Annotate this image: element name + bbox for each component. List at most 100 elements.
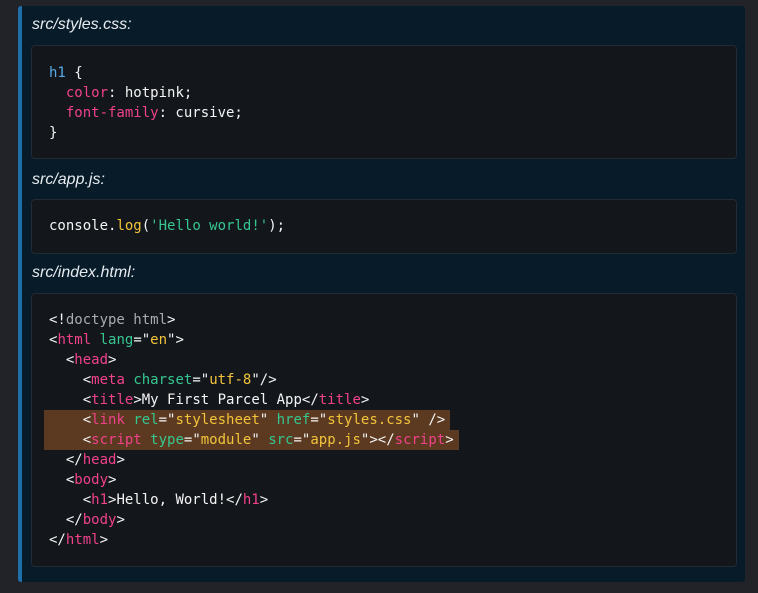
code-token: title (318, 392, 361, 408)
code-line: </body> (49, 510, 454, 530)
code-token: styles.css (327, 412, 412, 428)
code-block-app-js[interactable]: console.log('Hello world!'); (31, 199, 737, 254)
code-token: < (49, 432, 92, 448)
code-token: color (65, 85, 109, 101)
code-token: > (116, 512, 125, 528)
highlighted-code-line: <link rel="stylesheet" href="styles.css"… (44, 410, 454, 430)
code-token: en (150, 332, 168, 348)
code-example-panel: src/styles.css: h1 { color: hotpink; fon… (18, 6, 745, 582)
code-token: > (259, 492, 269, 508)
code-line: <meta charset="utf-8"/> (49, 370, 454, 390)
code-line: } (49, 123, 243, 143)
code-token: </ (49, 512, 83, 528)
code-token: : cursive; (158, 105, 243, 121)
code-token: >My First Parcel App</ (133, 392, 319, 408)
code-token: script (394, 432, 446, 448)
code-token: src (268, 432, 294, 448)
code-token: < (49, 392, 92, 408)
code-line: <title>My First Parcel App</title> (49, 390, 454, 410)
highlighted-code-line: <script type="module" src="app.js"></scr… (44, 430, 459, 450)
code-token: >Hello, World!</ (108, 492, 243, 508)
code-block-index-html[interactable]: <!doctype html> <html lang="en"> <head> <… (31, 293, 737, 567)
code-token: <! (49, 312, 66, 328)
code-token: > (99, 532, 109, 548)
code-line: <head> (49, 350, 454, 370)
code-line: <html lang="en"> (49, 330, 454, 350)
code-token: } (49, 125, 58, 141)
code-token: h1 (49, 65, 66, 81)
code-token: 'Hello world!' (150, 218, 269, 234)
code-token: > (360, 392, 370, 408)
code-line: <!doctype html> (49, 310, 454, 330)
code-line: </html> (49, 530, 454, 550)
code-token: : hotpink; (108, 85, 193, 101)
code-token: </ (49, 532, 66, 548)
code-token: console. (49, 218, 117, 234)
code-token: html (57, 332, 92, 348)
code-line: console.log('Hello world!'); (49, 216, 285, 236)
code-token: =" (183, 432, 201, 448)
code-token: =" (133, 332, 151, 348)
code-token: utf-8 (209, 372, 252, 388)
code-token: =" (310, 412, 328, 428)
code-line: <h1>Hello, World!</h1> (49, 490, 454, 510)
code-token: < (49, 352, 75, 368)
code-token: > (445, 432, 454, 448)
code-token: > (108, 472, 117, 488)
code-token: script (91, 432, 142, 448)
code-token: href (276, 412, 311, 428)
code-token: title (91, 392, 134, 408)
code-token: h1 (242, 492, 260, 508)
code-token: h1 (91, 492, 109, 508)
code-token: meta (91, 372, 125, 388)
code-token: "/> (251, 372, 277, 388)
file-label-app-js: src/app.js: (32, 171, 105, 188)
code-line: <body> (49, 470, 454, 490)
code-line: h1 { (49, 63, 243, 83)
code-token: head (74, 352, 109, 368)
code-token: > (108, 352, 117, 368)
code-token: charset (133, 372, 193, 388)
code-block-styles-css[interactable]: h1 { color: hotpink; font-family: cursiv… (31, 45, 737, 159)
code-token: "></ (360, 432, 395, 448)
code-token: log (116, 218, 142, 234)
code-token: > (116, 452, 125, 468)
code-token: " (251, 432, 269, 448)
code-token: { (65, 65, 83, 81)
code-token: =" (293, 432, 311, 448)
code-token: ( (141, 218, 151, 234)
code-token: module (200, 432, 252, 448)
code-line: font-family: cursive; (49, 103, 243, 123)
code-token: rel (133, 412, 159, 428)
code-token: ); (268, 218, 286, 234)
code-token: font-family (65, 105, 159, 121)
code-token: > (167, 312, 176, 328)
code-token: lang (99, 332, 134, 348)
code-token: " /> (411, 412, 446, 428)
code-token: body (74, 472, 109, 488)
code-token: </ (49, 452, 83, 468)
code-token: < (49, 472, 75, 488)
file-label-index-html: src/index.html: (32, 264, 136, 281)
code-token: < (49, 412, 92, 428)
code-token: "> (167, 332, 184, 348)
code-token: link (91, 412, 125, 428)
code-token: < (49, 492, 92, 508)
code-token: doctype html (65, 312, 168, 328)
code-token: < (49, 372, 92, 388)
code-token: head (82, 452, 117, 468)
code-token: body (82, 512, 117, 528)
file-label-styles-css: src/styles.css: (32, 16, 132, 33)
code-content: <!doctype html> <html lang="en"> <head> <… (44, 310, 459, 550)
code-content: h1 { color: hotpink; font-family: cursiv… (49, 63, 243, 143)
code-token: html (65, 532, 100, 548)
code-token: stylesheet (175, 412, 260, 428)
code-token: =" (158, 412, 176, 428)
code-token: " (259, 412, 277, 428)
code-token: app.js (310, 432, 361, 448)
code-content: console.log('Hello world!'); (49, 216, 285, 236)
